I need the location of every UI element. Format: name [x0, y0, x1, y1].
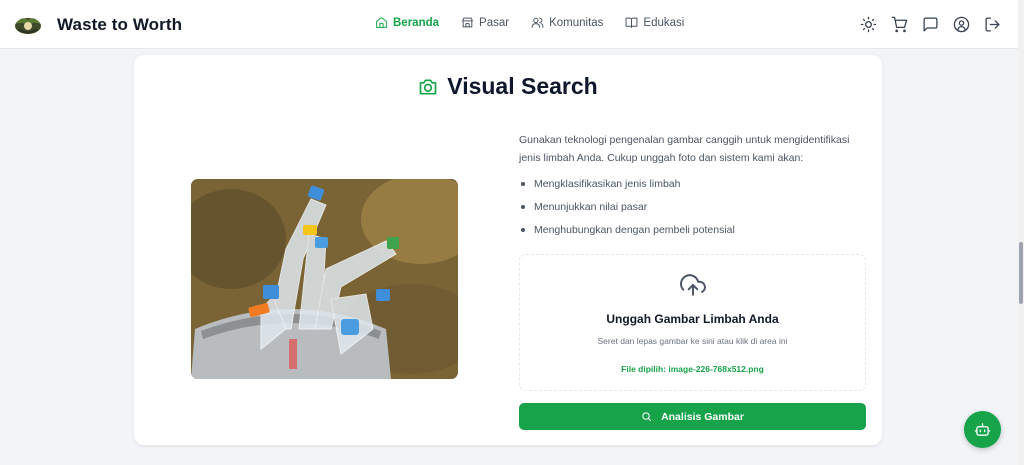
top-navbar: Waste to Worth Beranda Pasar Komunitas E…: [0, 0, 1018, 49]
message-icon: [922, 16, 938, 32]
main-nav: Beranda Pasar Komunitas Edukasi: [375, 16, 706, 29]
users-icon: [531, 17, 544, 28]
image-upload-dropzone[interactable]: Unggah Gambar Limbah Anda Seret dan lepa…: [519, 254, 866, 391]
nav-pasar[interactable]: Pasar: [461, 16, 509, 29]
profile-button[interactable]: [952, 15, 970, 33]
logo[interactable]: [13, 12, 43, 38]
sun-icon: [860, 16, 876, 32]
nav-beranda[interactable]: Beranda: [375, 16, 439, 29]
camera-icon: [419, 79, 437, 94]
list-item: Mengklasifikasikan jenis limbah: [519, 177, 869, 200]
theme-toggle-button[interactable]: [859, 15, 877, 33]
nav-label: Beranda: [393, 16, 440, 29]
waste-bottles-image: [191, 179, 458, 379]
nav-label: Edukasi: [643, 16, 685, 29]
analyze-image-button[interactable]: Analisis Gambar: [519, 403, 866, 430]
list-item: Menghubungkan dengan pembeli potensial: [519, 223, 869, 246]
nav-komunitas[interactable]: Komunitas: [531, 16, 603, 29]
messages-button[interactable]: [921, 15, 939, 33]
book-icon: [626, 17, 638, 28]
dropzone-subtitle: Seret dan lepas gambar ke sini atau klik…: [597, 336, 788, 346]
home-icon: [376, 17, 387, 28]
logout-button[interactable]: [983, 15, 1001, 33]
list-item: Menunjukkan nilai pasar: [519, 200, 869, 223]
visual-search-card: Visual Search Gunakan teknologi pengenal…: [134, 55, 882, 445]
cloud-upload-icon: [680, 272, 706, 298]
feature-list: Mengklasifikasikan jenis limbah Menunjuk…: [519, 177, 869, 246]
section-header: Visual Search: [134, 73, 882, 100]
search-icon: [642, 412, 652, 422]
brand-name[interactable]: Waste to Worth: [57, 15, 182, 35]
logout-icon: [984, 16, 1000, 32]
page-title: Visual Search: [447, 73, 598, 99]
description: Gunakan teknologi pengenalan gambar cang…: [519, 134, 850, 164]
header-actions: [851, 15, 1001, 33]
nav-label: Komunitas: [549, 16, 604, 29]
bot-icon: [974, 423, 991, 436]
page-scrollbar[interactable]: [1018, 0, 1024, 465]
nav-edukasi[interactable]: Edukasi: [625, 16, 684, 29]
dropzone-title: Unggah Gambar Limbah Anda: [606, 312, 779, 326]
cart-icon: [891, 16, 907, 32]
cart-button[interactable]: [890, 15, 908, 33]
scrollbar-thumb[interactable]: [1019, 242, 1023, 304]
analyze-button-label: Analisis Gambar: [661, 410, 744, 423]
nav-label: Pasar: [479, 16, 510, 29]
store-icon: [462, 17, 473, 28]
selected-file-label: File dipilih: image-226-768x512.png: [621, 364, 764, 374]
user-circle-icon: [953, 16, 969, 32]
chatbot-button[interactable]: [964, 411, 1001, 448]
